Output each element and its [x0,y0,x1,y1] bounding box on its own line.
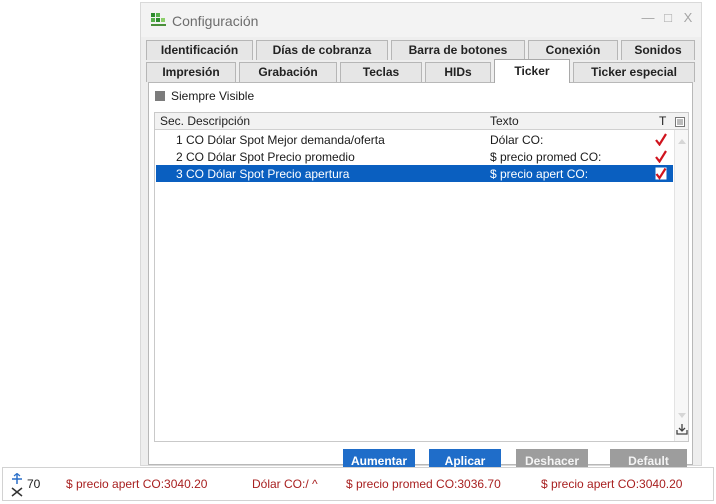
column-header-t[interactable]: T [659,114,666,128]
row-texto: $ precio apert CO: [490,167,589,181]
tab-barra-de-botones[interactable]: Barra de botones [391,40,525,60]
row-descripcion: CO Dólar Spot Precio apertura [186,167,350,181]
siempre-visible-label: Siempre Visible [171,89,255,103]
table-header: Sec. Descripción Texto T [155,113,688,130]
row-seq: 3 [176,167,183,181]
row-texto: $ precio promed CO: [490,150,602,164]
drag-handle-icon[interactable] [9,472,25,500]
ticker-item: $ precio apert CO:3040.20 [66,477,208,491]
column-chooser-icon[interactable] [675,116,685,130]
column-header-texto[interactable]: Texto [490,114,519,128]
tab-dias-de-cobranza[interactable]: Días de cobranza [256,40,388,60]
minimize-button[interactable]: — [639,9,657,27]
ticker-item: $ precio promed CO:3036.70 [346,477,501,491]
scroll-to-end-icon[interactable] [676,423,688,438]
checkmark-icon[interactable] [655,133,667,149]
tab-impresion[interactable]: Impresión [146,62,236,82]
tab-hids[interactable]: HIDs [425,62,491,82]
row-seq: 2 [176,150,183,164]
table-row[interactable]: 1 CO Dólar Spot Mejor demanda/oferta Dól… [156,131,673,148]
app-logo-icon [150,12,168,28]
row-texto: Dólar CO: [490,133,544,147]
ticker-item: $ precio apert CO:3040.20 [541,477,683,491]
ticker-panel: Siempre Visible Sec. Descripción Texto T… [148,82,693,471]
scroll-down-arrow-icon[interactable] [678,408,686,422]
tab-sonidos[interactable]: Sonidos [621,40,695,60]
tab-ticker[interactable]: Ticker [494,59,570,83]
ticker-item: Dólar CO:/ ^ [252,477,318,491]
title-bar: Configuración — □ X [141,3,701,37]
window-title: Configuración [172,13,259,29]
table-row-selected[interactable]: 3 CO Dólar Spot Precio apertura $ precio… [156,165,673,182]
tab-grabacion[interactable]: Grabación [239,62,337,82]
checkmark-icon[interactable] [655,150,667,166]
column-header-descripcion[interactable]: Sec. Descripción [160,114,250,128]
tab-conexion[interactable]: Conexión [528,40,618,60]
tab-identificacion[interactable]: Identificación [146,40,253,60]
table-vertical-scrollbar[interactable] [674,130,688,441]
row-descripcion: CO Dólar Spot Mejor demanda/oferta [186,133,385,147]
scroll-up-arrow-icon[interactable] [678,133,686,147]
close-button[interactable]: X [679,9,697,27]
configuration-window: Configuración — □ X Identificación Días … [140,2,702,471]
tab-teclas[interactable]: Teclas [340,62,422,82]
maximize-button[interactable]: □ [659,9,677,27]
table-row[interactable]: 2 CO Dólar Spot Precio promedio $ precio… [156,148,673,165]
row-seq: 1 [176,133,183,147]
checkmark-icon[interactable] [655,167,667,183]
ticker-count: 70 [27,477,41,491]
row-descripcion: CO Dólar Spot Precio promedio [186,150,355,164]
ticker-table: Sec. Descripción Texto T 1 CO Dólar Spot… [154,112,689,442]
tab-ticker-especial[interactable]: Ticker especial [573,62,695,82]
ticker-status-bar: 70 $ precio apert CO:3040.20 Dólar CO:/ … [2,467,714,501]
checkbox-box[interactable] [155,91,165,101]
